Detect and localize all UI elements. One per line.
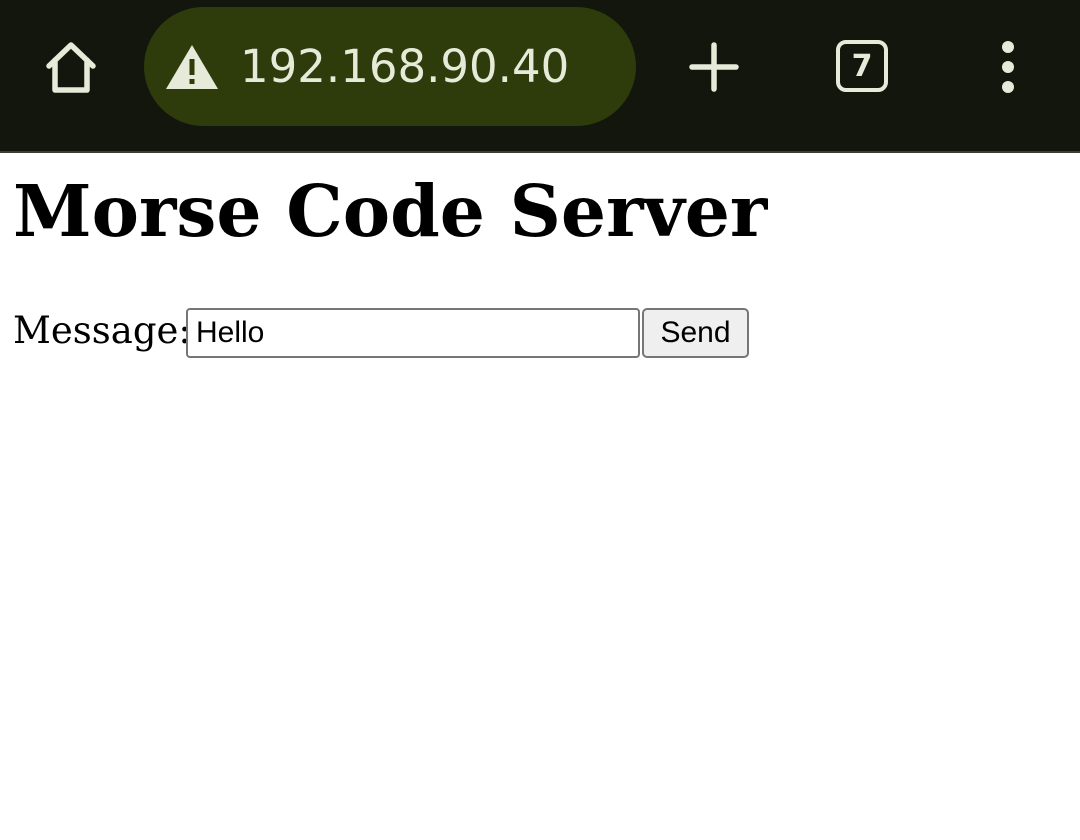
- tab-switcher-button[interactable]: 7: [836, 40, 888, 92]
- menu-button[interactable]: [985, 34, 1031, 100]
- more-vert-icon: [1002, 41, 1014, 93]
- plus-icon: [689, 42, 739, 92]
- message-label: Message:: [13, 309, 191, 352]
- browser-toolbar: 192.168.90.40 7: [0, 0, 1080, 153]
- send-button[interactable]: Send: [642, 308, 749, 358]
- home-button[interactable]: [38, 34, 104, 100]
- page-title: Morse Code Server: [13, 169, 768, 253]
- new-tab-button[interactable]: [684, 34, 744, 100]
- message-input[interactable]: [186, 308, 640, 358]
- warning-icon[interactable]: [164, 43, 220, 91]
- page-content: Morse Code Server Message: Send: [0, 153, 1080, 840]
- tab-count: 7: [851, 48, 873, 84]
- home-icon: [46, 42, 96, 93]
- address-bar[interactable]: 192.168.90.40: [144, 7, 636, 126]
- url-text: 192.168.90.40: [240, 40, 570, 93]
